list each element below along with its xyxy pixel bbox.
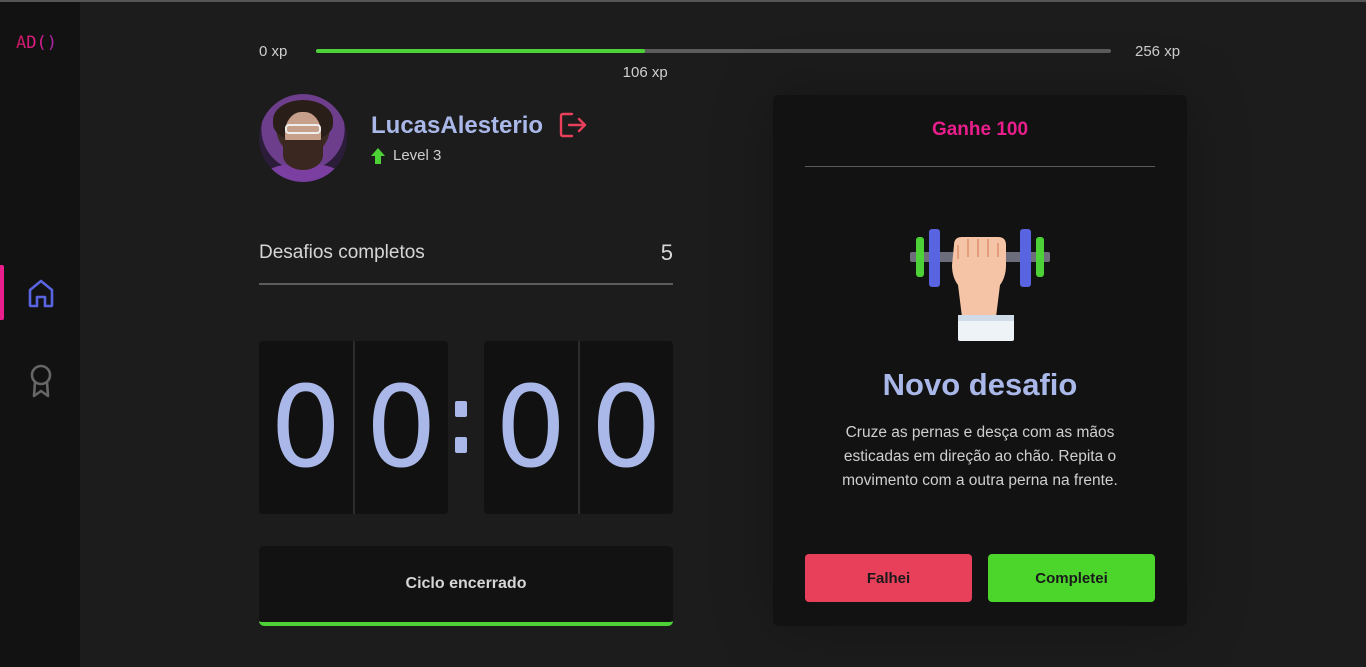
countdown-separator	[455, 401, 467, 461]
challenge-description: Cruze as pernas e desça com as mãos esti…	[842, 424, 1118, 489]
challenge-failed-button[interactable]: Falhei	[805, 554, 972, 602]
logout-button[interactable]	[558, 111, 588, 139]
challenge-completed-button[interactable]: Completei	[988, 554, 1155, 602]
level-up-icon	[371, 147, 385, 164]
second-tens-digit: 0	[495, 362, 567, 493]
challenge-card-header: Ganhe 100	[805, 119, 1155, 167]
completed-challenges: Desafios completos 5	[259, 236, 673, 285]
countdown-timer: 0 0 0 0	[259, 341, 673, 514]
xp-progress-bar	[316, 49, 1111, 53]
cycle-finished-button[interactable]: Ciclo encerrado	[259, 546, 673, 626]
sidebar: AD()	[0, 2, 80, 667]
award-icon	[30, 364, 52, 398]
dumbbell-icon	[910, 229, 1050, 341]
window-top-border	[0, 0, 1366, 2]
xp-progress-fill	[316, 49, 646, 53]
xp-current-label: 106 xp	[622, 64, 668, 81]
minute-units-digit: 0	[352, 341, 449, 514]
minute-tens-digit: 0	[270, 362, 342, 493]
logout-icon	[559, 112, 587, 138]
home-icon	[28, 279, 54, 308]
xp-min-label: 0 xp	[259, 43, 288, 60]
challenge-title: Novo desafio	[882, 367, 1078, 402]
completed-challenges-label: Desafios completos	[259, 242, 425, 263]
xp-max-label: 256 xp	[1135, 43, 1181, 60]
challenge-reward: Ganhe 100	[931, 119, 1029, 140]
nav-award-button[interactable]	[22, 362, 60, 400]
level-indicator: Level 3	[371, 147, 441, 164]
countdown-minutes: 0 0	[259, 341, 448, 514]
challenge-card: Ganhe 100 Novo desafio Cruze as pernas e…	[773, 95, 1187, 626]
avatar	[259, 94, 347, 182]
app-logo[interactable]: AD()	[16, 33, 57, 53]
second-units-digit: 0	[577, 341, 674, 514]
completed-challenges-count: 5	[660, 240, 673, 265]
level-label: Level 3	[393, 147, 442, 164]
nav-home-button[interactable]	[22, 274, 60, 312]
nav-active-indicator	[0, 265, 4, 320]
username: LucasAlesterio	[371, 112, 544, 139]
countdown-seconds: 0 0	[484, 341, 673, 514]
